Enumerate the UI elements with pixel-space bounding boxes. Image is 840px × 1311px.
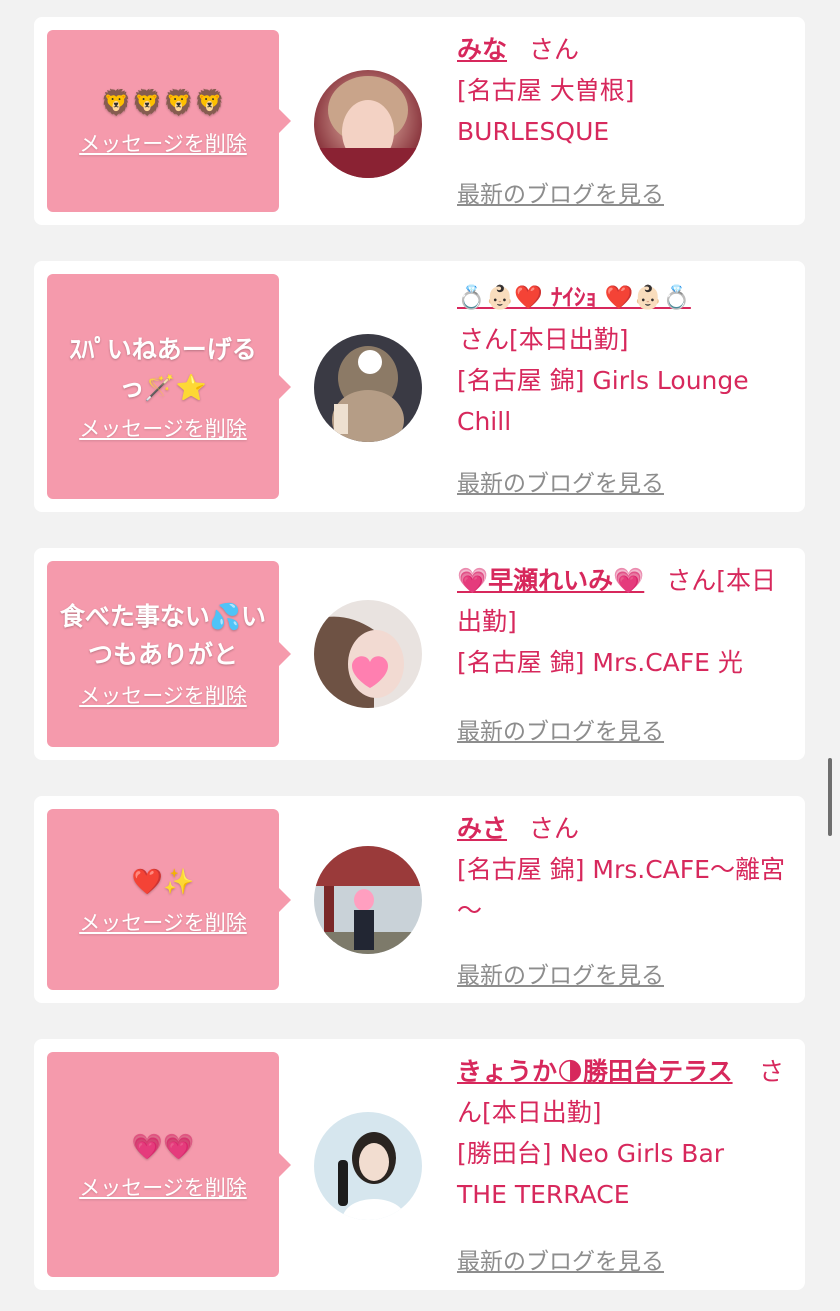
latest-blog-link[interactable]: 最新のブログを見る (457, 1242, 664, 1276)
message-card: 食べた事ない💦いつもありがと メッセージを削除 💗早瀬れいみ💗 さん[本日出勤] … (34, 548, 805, 760)
message-card: 💗💗 メッセージを削除 きょうか🌗勝田台テラス さん[本日出勤] [勝田台] Ne… (34, 1039, 805, 1290)
message-bubble: 🦁🦁🦁🦁 メッセージを削除 (47, 30, 291, 212)
avatar[interactable] (314, 334, 422, 442)
message-text: 🦁🦁🦁🦁 (100, 88, 226, 117)
shop-info: [名古屋 大曽根] BURLESQUE (457, 76, 635, 146)
latest-blog-link[interactable]: 最新のブログを見る (457, 464, 664, 498)
cast-info: きょうか🌗勝田台テラス さん[本日出勤] [勝田台] Neo Girls Bar … (457, 1051, 797, 1215)
latest-blog-link[interactable]: 最新のブログを見る (457, 175, 664, 209)
message-card: 🦁🦁🦁🦁 メッセージを削除 みな さん [名古屋 大曽根] BURLESQUE 最… (34, 17, 805, 225)
message-bubble: 食べた事ない💦いつもありがと メッセージを削除 (47, 561, 291, 747)
message-text: ❤️✨ (131, 866, 195, 896)
avatar[interactable] (314, 1112, 422, 1220)
message-card: ❤️✨ メッセージを削除 みさ さん [名古屋 錦] Mrs.CAFE～離宮～ 最… (34, 796, 805, 1003)
delete-message-link[interactable]: メッセージを削除 (79, 128, 247, 158)
shop-info: [名古屋 錦] Girls Lounge Chill (457, 366, 749, 436)
message-bubble: ｽﾊﾟいねあーげるっ🪄⭐️ メッセージを削除 (47, 274, 291, 499)
scrollbar[interactable] (828, 758, 832, 836)
shop-info: [名古屋 錦] Mrs.CAFE 光 (457, 648, 743, 677)
name-suffix: さん (529, 814, 580, 843)
message-text: 食べた事ない💦いつもありがと (59, 602, 267, 669)
cast-info: みな さん [名古屋 大曽根] BURLESQUE (457, 29, 797, 152)
cast-info: 💍👶🏻❤️ ﾅｲｼｮ ❤️👶🏻💍 さん[本日出勤] [名古屋 錦] Girls … (457, 276, 797, 442)
avatar[interactable] (314, 70, 422, 178)
name-suffix: さん[本日出勤] (459, 325, 629, 354)
cast-info: 💗早瀬れいみ💗 さん[本日出勤] [名古屋 錦] Mrs.CAFE 光 (457, 560, 797, 683)
message-text: 💗💗 (131, 1131, 195, 1161)
name-suffix: さん (529, 35, 580, 64)
cast-name-link[interactable]: みな (457, 35, 507, 64)
cast-info: みさ さん [名古屋 錦] Mrs.CAFE～離宮～ (457, 808, 797, 931)
delete-message-link[interactable]: メッセージを削除 (79, 1172, 247, 1202)
cast-name-link[interactable]: きょうか🌗勝田台テラス (457, 1051, 757, 1092)
delete-message-link[interactable]: メッセージを削除 (79, 413, 247, 443)
message-text: ｽﾊﾟいねあーげるっ🪄⭐️ (69, 334, 257, 402)
message-bubble: ❤️✨ メッセージを削除 (47, 809, 291, 990)
cast-name-link[interactable]: 💍👶🏻❤️ ﾅｲｼｮ ❤️👶🏻💍 (457, 285, 691, 311)
cast-name-link[interactable]: 💗早瀬れいみ💗 (457, 566, 644, 595)
avatar[interactable] (314, 600, 422, 708)
message-card: ｽﾊﾟいねあーげるっ🪄⭐️ メッセージを削除 💍👶🏻❤️ ﾅｲｼｮ ❤️👶🏻💍 … (34, 261, 805, 512)
message-bubble: 💗💗 メッセージを削除 (47, 1052, 291, 1277)
cast-name-link[interactable]: みさ (457, 814, 507, 843)
delete-message-link[interactable]: メッセージを削除 (79, 680, 247, 710)
shop-info: [勝田台] Neo Girls Bar THE TERRACE (457, 1139, 725, 1209)
delete-message-link[interactable]: メッセージを削除 (79, 907, 247, 937)
latest-blog-link[interactable]: 最新のブログを見る (457, 956, 664, 990)
latest-blog-link[interactable]: 最新のブログを見る (457, 712, 664, 746)
avatar[interactable] (314, 846, 422, 954)
shop-info: [名古屋 錦] Mrs.CAFE～離宮～ (457, 855, 785, 925)
